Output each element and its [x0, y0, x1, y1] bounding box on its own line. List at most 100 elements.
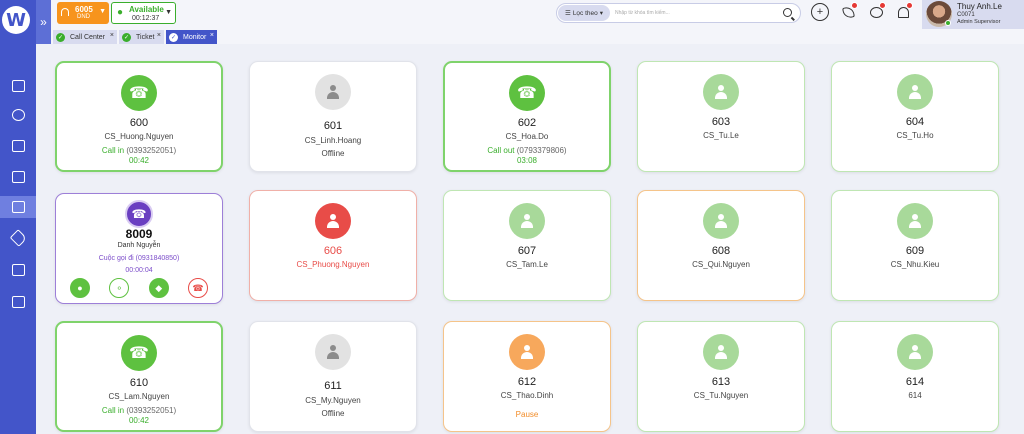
agent-status: Offline: [321, 409, 345, 418]
agent-card[interactable]: 614 614: [831, 321, 999, 432]
headset-icon: [61, 8, 69, 16]
agent-name: CS_Thao.Dinh: [500, 391, 554, 400]
agent-card[interactable]: ☎ 600 CS_Huong.Nguyen Call in (039325205…: [55, 61, 223, 172]
agent-extension: 610: [129, 377, 149, 389]
agent-card-active-call[interactable]: ☎ 8009 Danh Nguyễn Cuộc gọi đi (09318408…: [55, 193, 223, 304]
agent-name: CS_Tu.Ho: [896, 131, 934, 140]
agent-extension: 606: [323, 245, 343, 257]
report-icon[interactable]: [0, 291, 36, 313]
close-icon[interactable]: ×: [210, 32, 214, 39]
ticket-icon[interactable]: [0, 135, 36, 157]
incoming-call-icon: ☎: [121, 75, 157, 111]
agent-extension: 611: [324, 380, 342, 392]
filter-dropdown[interactable]: ☰ Lọc theo ▾: [558, 5, 610, 21]
app-logo[interactable]: W: [2, 6, 30, 34]
transfer-button[interactable]: ⚬: [109, 278, 130, 298]
agent-status-dropdown[interactable]: ● Available 00:12:37 ▼: [111, 2, 176, 24]
agent-extension: 608: [711, 245, 731, 257]
agent-extension: 602: [517, 117, 537, 129]
hangup-button[interactable]: ☎: [187, 278, 208, 298]
agent-extension: 612: [517, 376, 537, 388]
chat-button[interactable]: [867, 2, 886, 21]
search-input[interactable]: Nhập từ khóa tìm kiếm...: [615, 10, 670, 16]
chevron-down-icon: ▼: [165, 9, 172, 16]
network-icon: ⚬: [115, 282, 124, 293]
check-icon: ✓: [122, 32, 131, 42]
leaf-icon: ◆: [155, 282, 163, 293]
dashboard-icon[interactable]: [0, 75, 36, 97]
user-icon: [315, 334, 351, 370]
tab-label: Monitor: [183, 33, 207, 41]
tab-monitor[interactable]: ✓ Monitor ×: [166, 30, 217, 44]
filter-icon: ☰: [564, 10, 571, 17]
tab-ticket[interactable]: ✓ Ticket ×: [119, 30, 164, 44]
agent-card[interactable]: 608 CS_Qui.Nguyen: [637, 190, 805, 301]
user-icon: [897, 203, 933, 239]
camera-icon[interactable]: [0, 166, 36, 188]
tab-call-center[interactable]: ✓ Call Center ×: [53, 30, 117, 44]
filter-label: Lọc theo: [572, 9, 598, 17]
search-icon[interactable]: [783, 8, 792, 17]
user-code: C0071: [957, 12, 975, 18]
call-actions: ● ⚬ ◆ ☎: [70, 278, 208, 298]
agent-card[interactable]: 612 CS_Thao.Dinh Pause: [443, 321, 611, 432]
agent-extension: 613: [711, 376, 731, 388]
spy-icon: ●: [77, 283, 83, 293]
notifications-button[interactable]: [894, 2, 913, 21]
user-icon: [897, 74, 933, 110]
agent-card[interactable]: 607 CS_Tam.Le: [443, 190, 611, 301]
folders-icon[interactable]: [0, 259, 36, 281]
user-name: Thuy Anh.Le: [957, 2, 1002, 11]
extension-status: DND: [77, 14, 90, 20]
check-icon: ✓: [169, 32, 178, 42]
agent-name: CS_Tam.Le: [506, 260, 548, 269]
call-status: Call in (0393252051): [101, 146, 177, 155]
agent-card[interactable]: ☎ 610 CS_Lam.Nguyen Call in (0393252051)…: [55, 321, 223, 432]
agent-card[interactable]: 601 CS_Linh.Hoang Offline: [249, 61, 417, 172]
notification-badge: [879, 2, 886, 9]
expand-sidebar-button[interactable]: »: [36, 0, 51, 44]
agent-card[interactable]: 613 CS_Tu.Nguyen: [637, 321, 805, 432]
agent-extension: 8009: [125, 227, 153, 241]
search-bar: ☰ Lọc theo ▾ Nhập từ khóa tìm kiếm...: [556, 3, 801, 23]
headset-icon[interactable]: [0, 104, 36, 126]
agent-card[interactable]: 606 CS_Phuong.Nguyen: [249, 190, 417, 301]
agent-monitor-grid: ☎ 600 CS_Huong.Nguyen Call in (039325205…: [36, 44, 1024, 434]
topbar: 6005 DND ▼ ● Available 00:12:37 ▼ ☰ Lọc …: [51, 0, 1024, 29]
user-icon: ●: [117, 7, 124, 18]
agent-extension: 609: [905, 245, 925, 257]
user-icon: [703, 203, 739, 239]
user-menu[interactable]: Thuy Anh.Le C0071 Admin Supervisor ▾: [922, 0, 1024, 29]
user-icon: [315, 203, 351, 239]
listen-button[interactable]: ●: [70, 278, 90, 298]
agent-card[interactable]: ☎ 602 CS_Hoa.Do Call out (0793379806) 03…: [443, 61, 611, 172]
chevron-down-icon: ▼: [99, 8, 106, 15]
tag-icon[interactable]: [0, 227, 36, 249]
call-duration: 03:08: [516, 156, 538, 165]
agent-card[interactable]: 609 CS_Nhu.Kieu: [831, 190, 999, 301]
agent-card[interactable]: 604 CS_Tu.Ho: [831, 61, 999, 172]
extension-dropdown[interactable]: 6005 DND ▼: [57, 2, 109, 24]
call-status: Cuộc gọi đi (0931840850): [98, 255, 180, 262]
agent-card[interactable]: 603 CS_Tu.Le: [637, 61, 805, 172]
close-icon[interactable]: ×: [157, 32, 161, 39]
agent-name: CS_Phuong.Nguyen: [296, 260, 370, 269]
agent-name: CS_Linh.Hoang: [304, 136, 362, 145]
agent-status: Offline: [321, 149, 345, 158]
call-duration: 00:00:04: [125, 267, 153, 274]
agent-card[interactable]: 611 CS_My.Nguyen Offline: [249, 321, 417, 432]
add-button[interactable]: +: [811, 3, 829, 21]
phone-button[interactable]: [839, 2, 858, 21]
user-role: Admin Supervisor: [957, 19, 1001, 25]
agent-status: Pause: [515, 410, 539, 419]
agent-extension: 601: [323, 120, 343, 132]
tab-bar: ✓ Call Center × ✓ Ticket × ✓ Monitor ×: [51, 29, 1024, 44]
contact-card-icon[interactable]: [0, 196, 36, 218]
close-icon[interactable]: ×: [110, 32, 114, 39]
phone-icon: ☎: [125, 200, 153, 228]
user-icon: [315, 74, 351, 110]
whisper-button[interactable]: ◆: [148, 278, 169, 298]
check-icon: ✓: [56, 32, 65, 42]
agent-name: CS_My.Nguyen: [305, 396, 361, 405]
user-icon: [897, 334, 933, 370]
